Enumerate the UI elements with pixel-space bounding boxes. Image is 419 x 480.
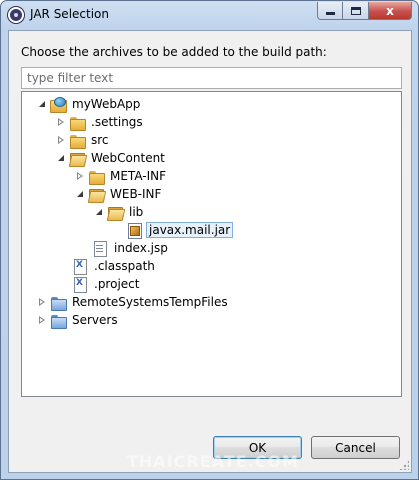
tree-item-label: src [91,133,109,147]
tree-item-classpath[interactable]: .classpath [72,257,157,275]
expand-toggle[interactable] [55,152,67,164]
file-icon [92,240,108,257]
maximize-button[interactable] [343,2,369,20]
maximize-icon [350,6,361,15]
folder-open-icon [88,186,104,202]
folder-icon [88,168,105,185]
close-icon: x [386,3,394,18]
tree-item-javax-mail-jar[interactable]: javax.mail.jar [126,221,234,239]
tree-item-label: myWebApp [72,97,141,111]
chevron-right-icon [76,171,84,181]
tree-item-label: lib [129,205,144,219]
chevron-right-icon [57,117,65,127]
xml-file-icon [72,258,88,275]
folder-open-icon [69,150,85,166]
chevron-down-icon [58,155,64,161]
caption-buttons: x [317,2,412,21]
project-folder-icon [50,294,67,311]
expand-toggle[interactable] [74,170,86,182]
tree-item-src[interactable]: src [55,131,111,149]
tree-item-lib[interactable]: lib [93,203,145,221]
tree-item-label: Servers [72,313,118,327]
project-icon [50,96,67,113]
expand-toggle[interactable] [74,188,86,200]
expand-toggle[interactable] [55,116,67,128]
tree-item-remotesystemstempfiles[interactable]: RemoteSystemsTempFiles [36,293,230,311]
jar-icon [126,222,142,239]
chevron-down-icon [77,191,83,197]
folder-icon [69,132,86,149]
resize-grip[interactable] [399,460,409,470]
expand-toggle[interactable] [36,296,48,308]
chevron-down-icon [39,101,45,107]
expand-toggle[interactable] [93,206,105,218]
tree-item-settings[interactable]: .settings [55,113,145,131]
xml-file-icon [72,276,88,293]
tree-item-webcontent[interactable]: WebContent [55,149,167,167]
folder-icon [69,114,86,131]
chevron-down-icon [96,209,102,215]
dialog-body: Choose the archives to be added to the b… [8,30,412,473]
chevron-right-icon [38,297,46,307]
tree-item-label: index.jsp [114,241,168,255]
watermark: THAICREATE.COM [127,452,299,471]
dialog-window: JAR Selection x Choose the archives to b… [0,0,419,480]
expand-toggle[interactable] [36,314,48,326]
tree-item-mywebapp[interactable]: myWebApp [36,95,142,113]
tree-item-project[interactable]: .project [72,275,141,293]
dialog-prompt: Choose the archives to be added to the b… [21,45,327,59]
folder-open-icon [107,204,123,220]
tree-item-label: .settings [91,115,143,129]
tree-item-label: META-INF [110,169,167,183]
close-button[interactable]: x [369,2,412,20]
tree-item-label: WebContent [91,151,165,165]
project-folder-icon [50,312,67,329]
chevron-right-icon [57,135,65,145]
chevron-right-icon [38,315,46,325]
expand-toggle[interactable] [36,98,48,110]
title-bar[interactable]: JAR Selection x [1,1,418,30]
cancel-button[interactable]: Cancel [311,436,400,459]
tree-item-label: WEB-INF [110,187,162,201]
minimize-icon [325,12,335,15]
eclipse-icon [8,7,24,23]
minimize-button[interactable] [317,2,343,20]
tree-item-index-jsp[interactable]: index.jsp [92,239,170,257]
tree-item-label: RemoteSystemsTempFiles [72,295,228,309]
archive-tree[interactable]: myWebApp .settings src WebContent META-I… [21,91,402,397]
filter-input[interactable] [21,67,402,89]
tree-item-label: javax.mail.jar [146,222,234,238]
tree-item-servers[interactable]: Servers [36,311,120,329]
tree-item-web-inf[interactable]: WEB-INF [74,185,163,203]
tree-item-meta-inf[interactable]: META-INF [74,167,168,185]
tree-item-label: .classpath [94,259,155,273]
tree-item-label: .project [94,277,140,291]
window-title: JAR Selection [30,7,109,21]
expand-toggle[interactable] [55,134,67,146]
